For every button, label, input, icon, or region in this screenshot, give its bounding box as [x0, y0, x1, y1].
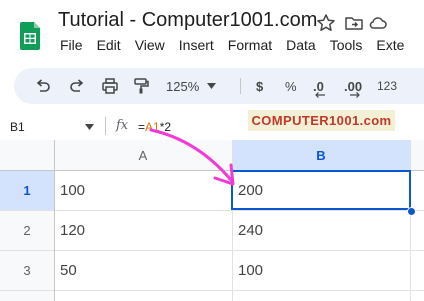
formula-equals: =	[138, 120, 146, 134]
row-header-4[interactable]	[0, 290, 54, 301]
menu-extensions[interactable]: Exte	[376, 37, 404, 53]
menu-bar: File Edit View Insert Format Data Tools Exte	[60, 37, 418, 53]
zoom-value: 125%	[166, 78, 200, 94]
name-box-chevron-icon[interactable]	[85, 124, 94, 130]
cell-a3[interactable]: 50	[55, 251, 232, 290]
chevron-down-icon	[207, 83, 217, 89]
cell-a2[interactable]: 120	[55, 211, 232, 250]
toolbar-divider	[240, 78, 241, 94]
watermark: COMPUTER1001.com	[248, 110, 395, 131]
formula-divider	[105, 117, 106, 135]
zoom-select[interactable]: 125%	[166, 77, 217, 95]
left-arrow-icon	[315, 92, 325, 98]
annotation-arrow-icon	[149, 128, 235, 186]
currency-format-button[interactable]: $	[256, 77, 263, 95]
menu-format[interactable]: Format	[228, 37, 272, 53]
select-all-corner[interactable]	[0, 140, 54, 170]
menu-edit[interactable]: Edit	[97, 37, 121, 53]
number-format-button[interactable]: 123	[377, 77, 397, 95]
column-header-c[interactable]	[410, 140, 424, 170]
menu-view[interactable]: View	[135, 37, 165, 53]
right-arrow-icon	[350, 92, 360, 98]
column-line	[410, 140, 411, 301]
print-icon[interactable]	[101, 77, 119, 95]
menu-data[interactable]: Data	[286, 37, 316, 53]
active-cell-border	[231, 170, 411, 210]
star-icon[interactable]	[316, 13, 336, 33]
cell-b3[interactable]: 100	[233, 251, 410, 290]
percent-format-button[interactable]: %	[285, 77, 297, 95]
row-header-1[interactable]: 1	[0, 170, 54, 210]
cloud-status-icon[interactable]	[368, 13, 388, 33]
document-title[interactable]: Tutorial - Computer1001.com	[58, 9, 317, 32]
menu-tools[interactable]: Tools	[330, 37, 363, 53]
row-header-3[interactable]: 3	[0, 250, 54, 290]
undo-icon[interactable]	[34, 77, 52, 95]
cell-b2[interactable]: 240	[233, 211, 410, 250]
row-line	[0, 290, 424, 291]
redo-icon[interactable]	[68, 77, 86, 95]
menu-file[interactable]: File	[60, 37, 83, 53]
column-header-b[interactable]: B	[232, 140, 410, 170]
name-box[interactable]: B1	[10, 120, 25, 134]
menu-insert[interactable]: Insert	[179, 37, 214, 53]
paint-format-icon[interactable]	[132, 77, 150, 95]
move-folder-icon[interactable]	[344, 13, 364, 33]
fill-handle[interactable]	[407, 207, 416, 216]
fx-icon: fx	[116, 118, 129, 133]
row-header-2[interactable]: 2	[0, 210, 54, 250]
sheets-logo-icon[interactable]	[20, 22, 40, 50]
